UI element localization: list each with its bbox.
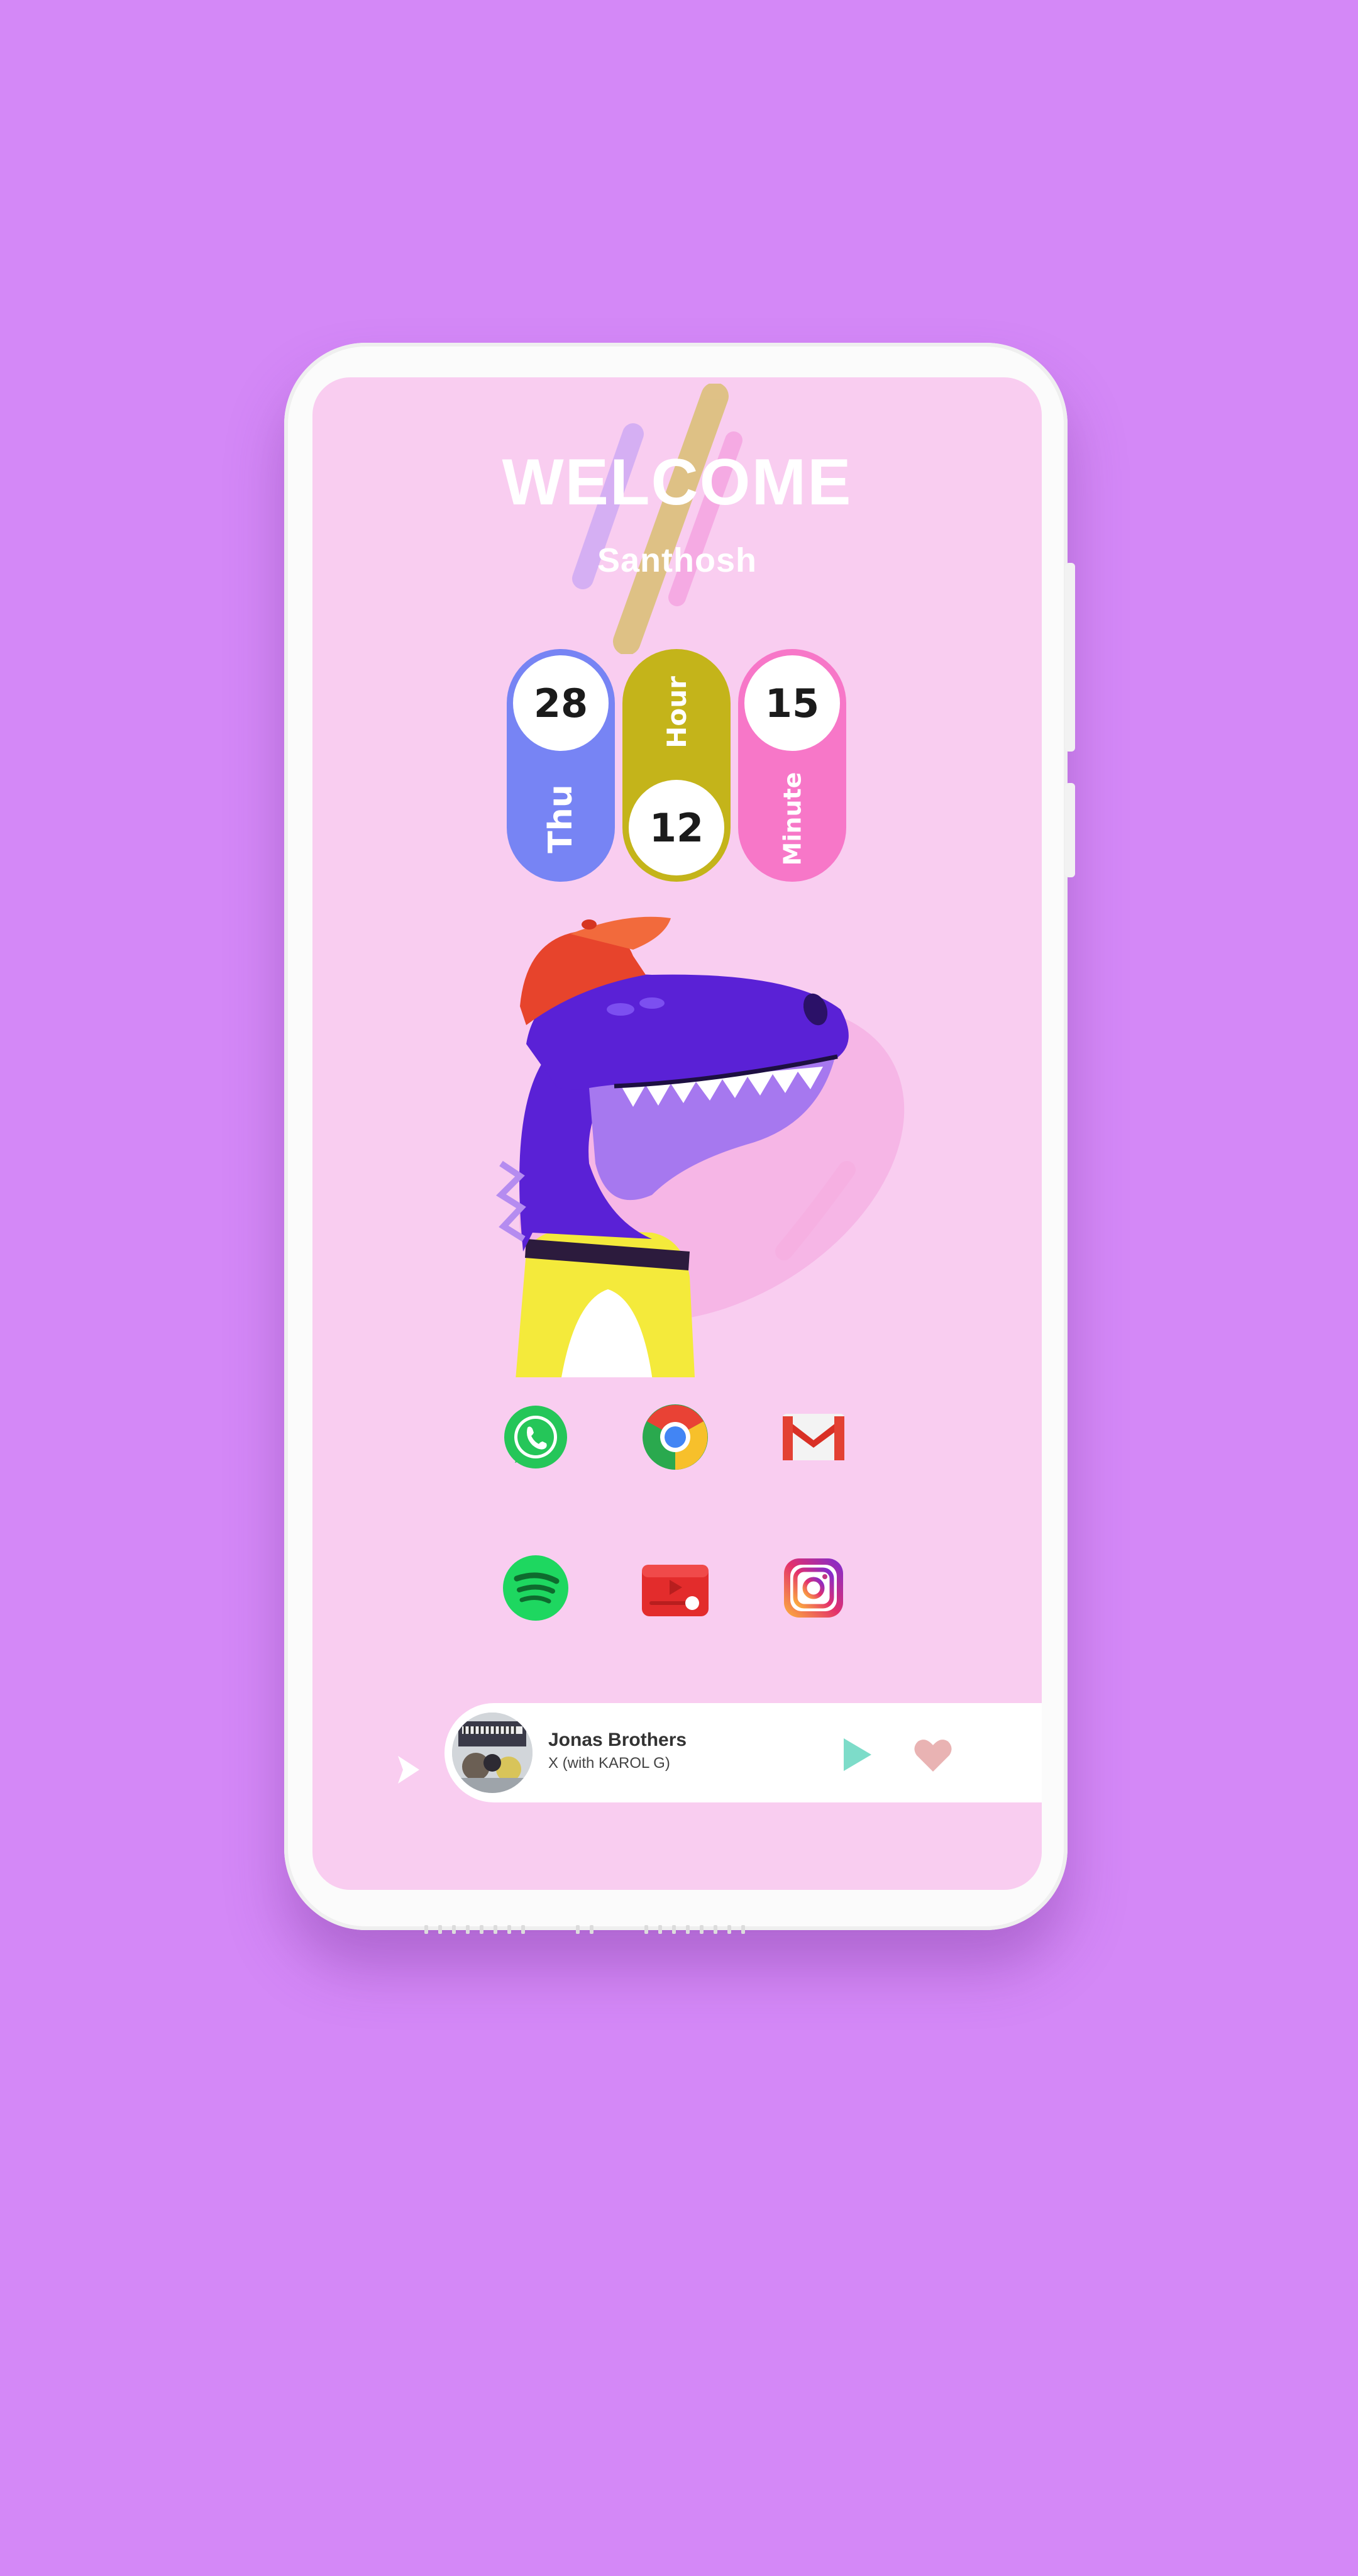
hour-label: Hour xyxy=(661,675,692,748)
side-button xyxy=(1065,783,1075,877)
gmail-icon xyxy=(783,1414,844,1460)
date-pill[interactable]: 28 Thu xyxy=(507,649,615,882)
gmail-app[interactable] xyxy=(779,1402,848,1472)
minute-pill[interactable]: 15 Minute xyxy=(738,649,846,882)
welcome-title: WELCOME xyxy=(502,446,853,519)
youtube-app[interactable] xyxy=(641,1553,710,1623)
date-number: 28 xyxy=(513,655,609,751)
day-label: Thu xyxy=(541,784,580,853)
heart-icon[interactable] xyxy=(913,1738,953,1773)
spotify-icon xyxy=(503,1555,568,1621)
song-artist: Jonas Brothers xyxy=(548,1729,687,1750)
whatsapp-app[interactable] xyxy=(501,1402,570,1472)
hour-number: 12 xyxy=(629,780,724,875)
minute-number: 15 xyxy=(744,655,840,751)
user-name: Santhosh xyxy=(597,541,757,579)
instagram-icon xyxy=(784,1558,843,1618)
side-button xyxy=(1065,563,1075,752)
chrome-app[interactable] xyxy=(641,1402,710,1472)
song-track: X (with KAROL G) xyxy=(548,1755,670,1772)
minute-label: Minute xyxy=(778,772,806,866)
whatsapp-icon xyxy=(504,1406,567,1468)
chevron-right-icon[interactable] xyxy=(395,1753,423,1786)
play-icon[interactable] xyxy=(837,1736,875,1774)
instagram-app[interactable] xyxy=(779,1553,848,1623)
chrome-icon xyxy=(643,1404,708,1470)
music-player[interactable]: Jonas Brothers X (with KAROL G) xyxy=(444,1703,1042,1802)
hour-pill[interactable]: Hour 12 xyxy=(622,649,731,882)
spotify-app[interactable] xyxy=(501,1553,570,1623)
album-art xyxy=(452,1713,533,1793)
dinosaur-illustration xyxy=(496,916,905,1377)
speaker-grille xyxy=(424,1924,927,1934)
home-screen: WELCOME Santhosh 28 Thu Hour 12 15 Minut… xyxy=(312,377,1042,1890)
youtube-icon xyxy=(642,1565,709,1616)
